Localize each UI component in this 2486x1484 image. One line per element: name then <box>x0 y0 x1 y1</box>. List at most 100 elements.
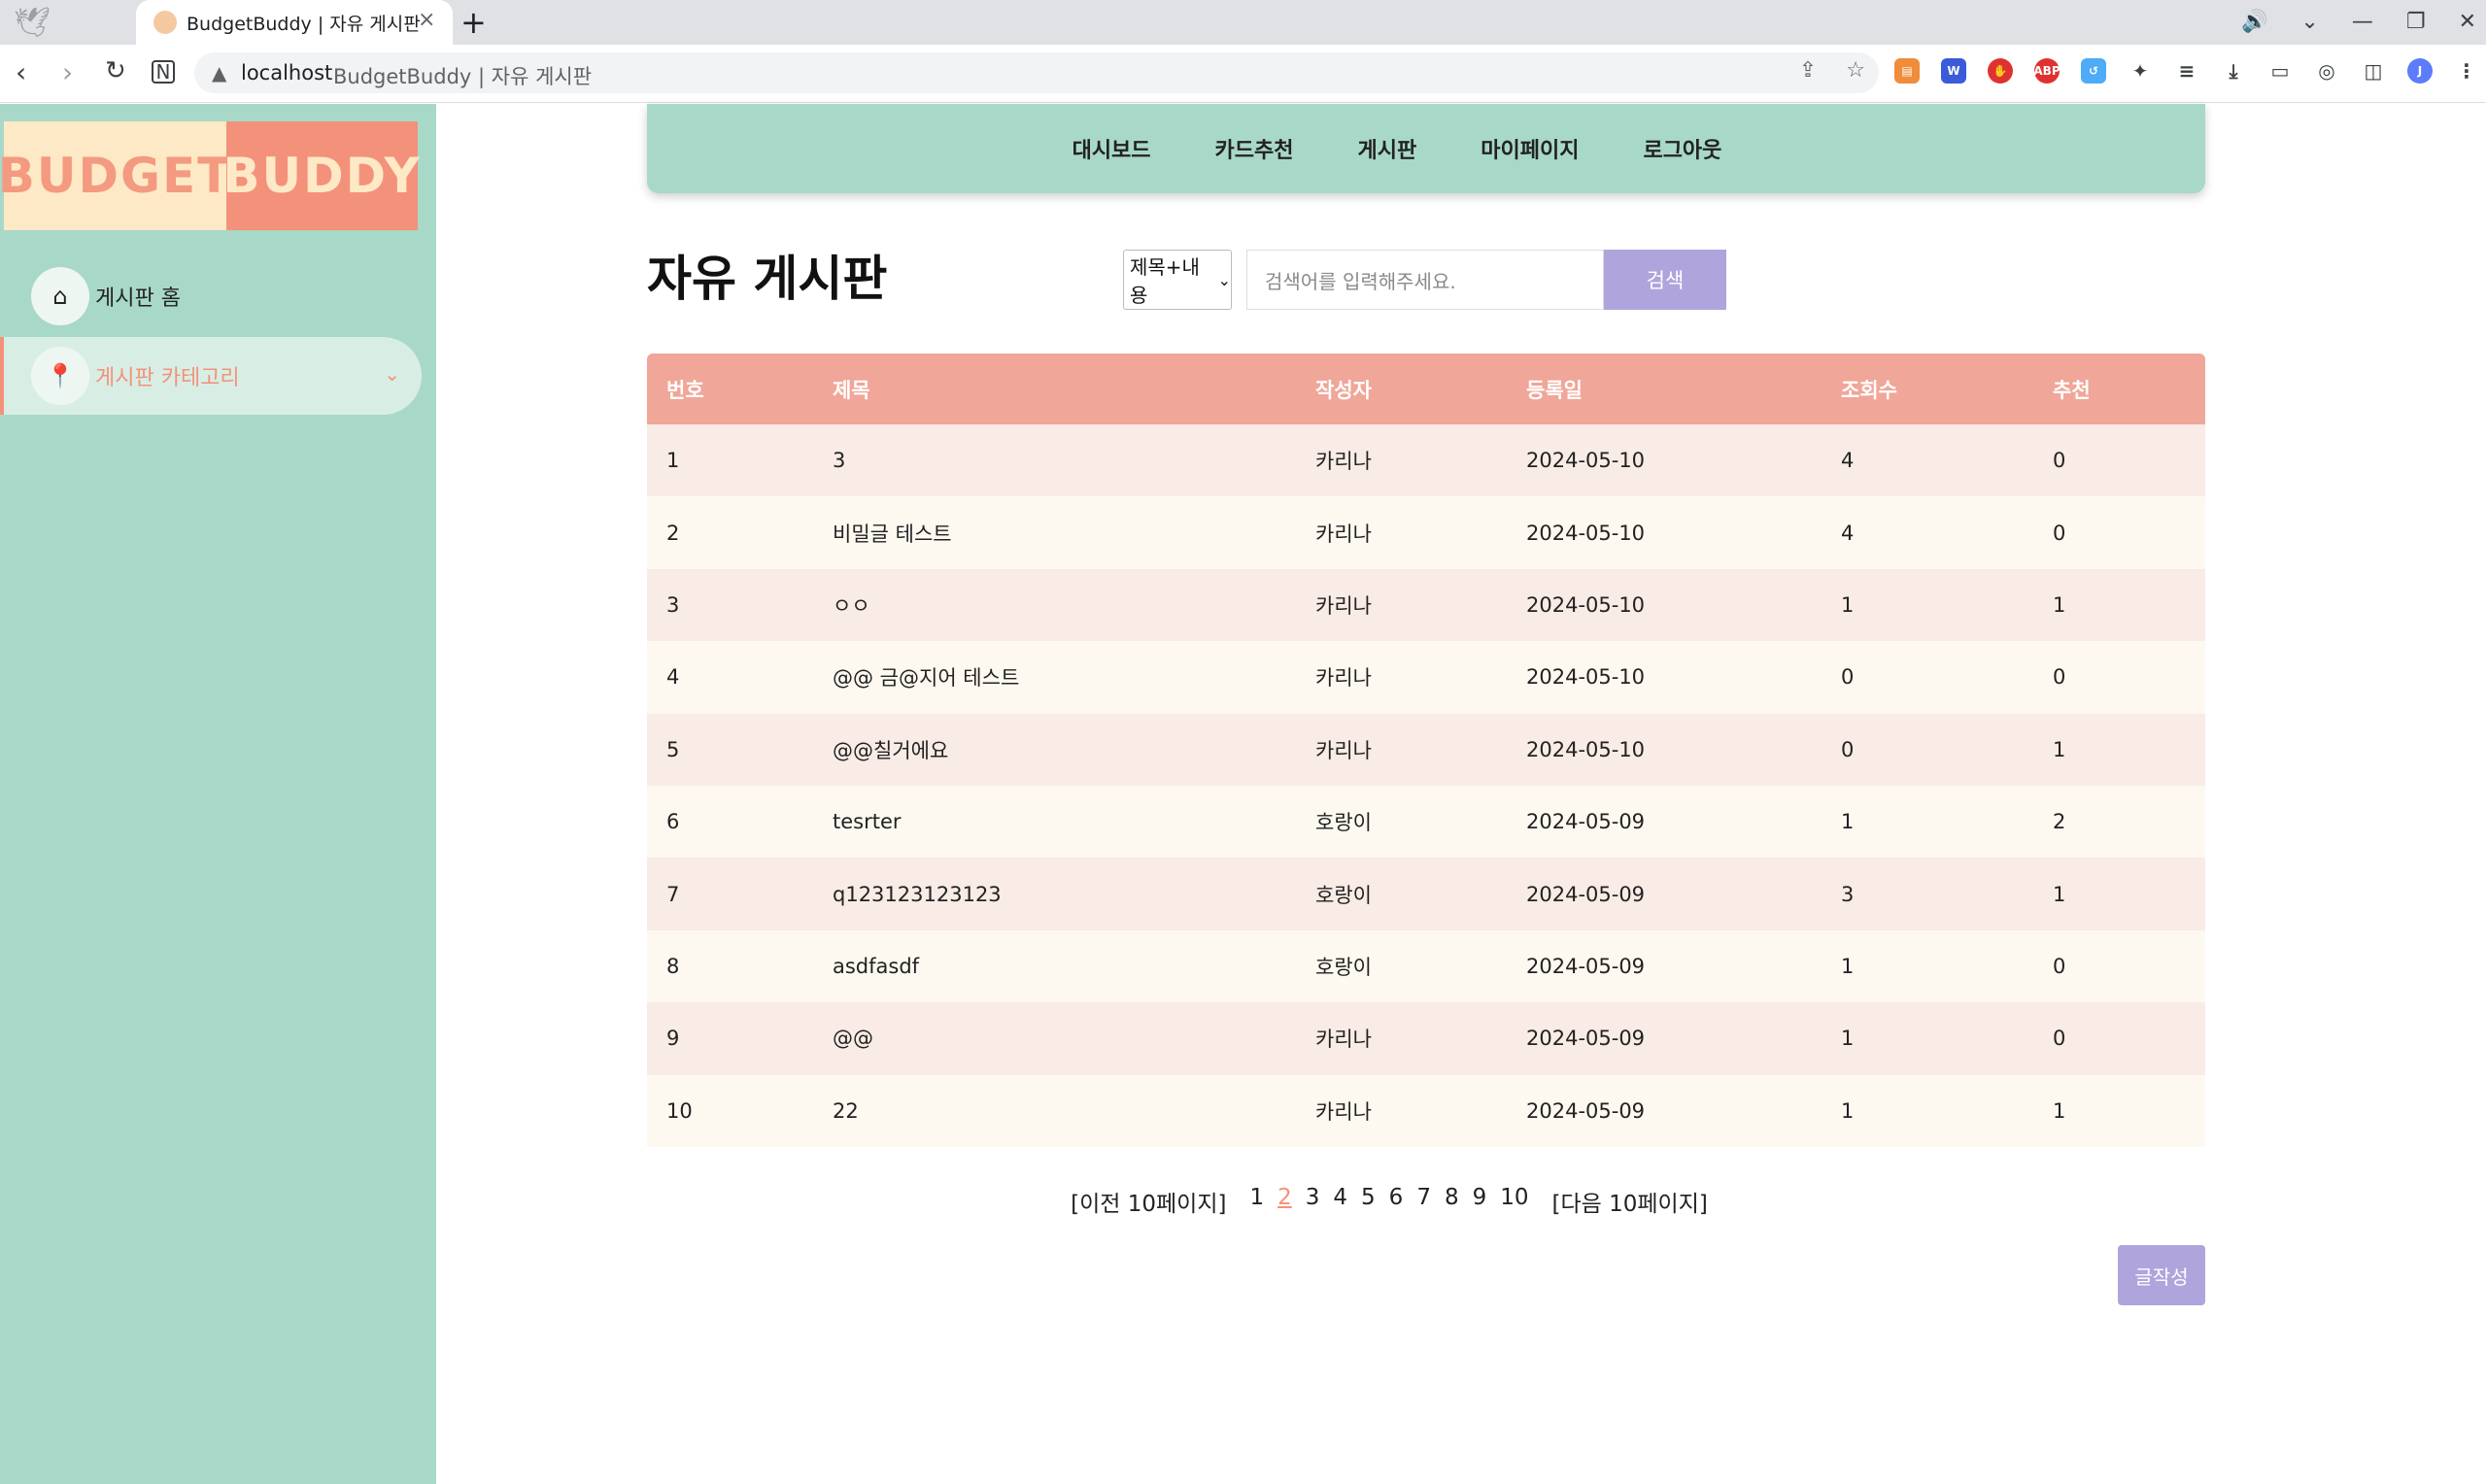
cell-no: 10 <box>666 1098 693 1123</box>
cell-recommend: 1 <box>2053 737 2066 761</box>
chevron-down-icon[interactable]: ⌄ <box>384 362 400 386</box>
cell-recommend: 0 <box>2053 521 2066 545</box>
page-link[interactable]: 9 <box>1473 1185 1487 1218</box>
cell-author: 카리나 <box>1315 1099 1372 1124</box>
profile-avatar[interactable]: J <box>2407 58 2433 84</box>
table-row[interactable]: 3 ㅇㅇ 카리나 2024-05-10 1 1 <box>647 568 2205 642</box>
chevron-down-icon[interactable]: ⌄ <box>2300 10 2318 34</box>
browser-toolbar: ‹ › ↻ N ▲ localhost BudgetBuddy | 자유 게시판… <box>0 45 2486 103</box>
chevron-down-icon: ⌄ <box>1217 270 1231 289</box>
search-input[interactable]: 검색어를 입력해주세요. <box>1246 250 1604 310</box>
logo[interactable]: BUDGET BUDDY <box>0 121 420 230</box>
sidebar-item-category[interactable]: 📍 게시판 카테고리 ⌄ <box>0 337 422 415</box>
table-row[interactable]: 10 22 카리나 2024-05-09 1 1 <box>647 1074 2205 1147</box>
close-tab-icon[interactable]: × <box>418 8 435 32</box>
nav-dashboard[interactable]: 대시보드 <box>1073 133 1151 164</box>
minimize-button[interactable]: — <box>2352 10 2373 34</box>
close-window-button[interactable]: ✕ <box>2459 10 2476 34</box>
page-link[interactable]: 10 <box>1500 1185 1528 1218</box>
page-link[interactable]: 4 <box>1333 1185 1347 1218</box>
adblock-icon[interactable]: ABP <box>2033 58 2060 84</box>
notion-icon[interactable]: N <box>152 60 175 84</box>
cell-title[interactable]: ㅇㅇ <box>813 569 1296 641</box>
reading-list-icon[interactable]: ≡ <box>2174 58 2199 84</box>
logo-left-text: BUDGET <box>0 121 230 230</box>
write-post-button[interactable]: 글작성 <box>2118 1245 2205 1305</box>
column-header: 번호 <box>666 378 704 402</box>
extension-icon[interactable]: W <box>1941 58 1966 84</box>
info-icon[interactable]: ▲ <box>212 61 226 84</box>
cell-title[interactable]: @@칠거에요 <box>813 714 1296 786</box>
cell-recommend: 0 <box>2053 449 2066 473</box>
table-row[interactable]: 1 3 카리나 2024-05-10 4 0 <box>647 424 2205 497</box>
cell-date: 2024-05-09 <box>1526 810 1646 834</box>
menu-icon[interactable]: ⋮ <box>2454 58 2479 84</box>
nav-mypage[interactable]: 마이페이지 <box>1481 133 1579 164</box>
cell-no: 7 <box>666 882 680 906</box>
table-row[interactable]: 7 q123123123123 호랑이 2024-05-09 3 1 <box>647 858 2205 930</box>
extensions: ▤ W ✋ ABP ↺ ✦ ≡ ⤓ ▭ ◎ ◫ J ⋮ <box>1894 58 2479 84</box>
pin-icon: 📍 <box>31 347 89 405</box>
page-link[interactable]: 1 <box>1249 1185 1264 1218</box>
new-tab-button[interactable]: + <box>460 4 487 41</box>
download-icon[interactable]: ⤓ <box>2221 58 2246 84</box>
nav-card-recommend[interactable]: 카드추천 <box>1215 133 1294 164</box>
cell-date: 2024-05-10 <box>1526 521 1646 545</box>
share-icon[interactable]: ⇪ <box>1799 58 1817 83</box>
bookmark-star-icon[interactable]: ☆ <box>1846 58 1865 83</box>
cell-title[interactable]: q123123123123 <box>813 858 1296 929</box>
sidepanel-icon[interactable]: ◫ <box>2361 58 2386 84</box>
browser-tab[interactable]: BudgetBuddy | 자유 게시판 × <box>136 0 453 45</box>
page-link[interactable]: 3 <box>1306 1185 1320 1218</box>
video-icon[interactable]: ▭ <box>2267 58 2293 84</box>
cell-recommend: 1 <box>2053 592 2066 617</box>
forward-icon[interactable]: › <box>62 56 73 88</box>
nav-logout[interactable]: 로그아웃 <box>1643 133 1721 164</box>
sidebar: BUDGET BUDDY ⌂ 게시판 홈 📍 게시판 카테고리 ⌄ <box>0 104 436 1484</box>
cell-title[interactable]: asdfasdf <box>813 930 1296 1002</box>
page-link[interactable]: 7 <box>1416 1185 1431 1218</box>
bird-icon: 🕊 <box>14 6 51 40</box>
cell-title[interactable]: @@ 금@지어 테스트 <box>813 641 1296 713</box>
back-icon[interactable]: ‹ <box>16 56 26 88</box>
cell-title[interactable]: @@ <box>813 1002 1296 1074</box>
window-controls: 🔊 ⌄ — ❐ ✕ <box>2241 4 2476 39</box>
reload-icon[interactable]: ↻ <box>105 56 126 85</box>
search-button[interactable]: 검색 <box>1604 250 1726 310</box>
table-row[interactable]: 8 asdfasdf 호랑이 2024-05-09 1 0 <box>647 929 2205 1003</box>
table-row[interactable]: 4 @@ 금@지어 테스트 카리나 2024-05-10 0 0 <box>647 641 2205 714</box>
logo-right-text: BUDDY <box>222 121 420 230</box>
page-link[interactable]: 5 <box>1361 1185 1376 1218</box>
extension-icon[interactable]: ✋ <box>1988 58 2013 84</box>
cell-author: 카리나 <box>1315 1028 1372 1052</box>
extension-icon[interactable]: ▤ <box>1894 58 1920 84</box>
restore-button[interactable]: ❐ <box>2406 10 2426 34</box>
table-row[interactable]: 2 비밀글 테스트 카리나 2024-05-10 4 0 <box>647 496 2205 569</box>
speaker-icon[interactable]: 🔊 <box>2241 10 2267 34</box>
cell-no: 1 <box>666 449 680 473</box>
cell-date: 2024-05-09 <box>1526 954 1646 978</box>
puzzle-icon[interactable]: ✦ <box>2128 58 2153 84</box>
cell-views: 1 <box>1841 810 1855 834</box>
table-row[interactable]: 6 tesrter 호랑이 2024-05-09 1 2 <box>647 785 2205 859</box>
cell-title[interactable]: tesrter <box>813 786 1296 858</box>
screenshot-icon[interactable]: ◎ <box>2314 58 2339 84</box>
prev-10-pages-link[interactable]: [이전 10페이지] <box>1071 1185 1226 1218</box>
cell-author: 카리나 <box>1315 522 1372 546</box>
next-10-pages-link[interactable]: [다음 10페이지] <box>1552 1185 1708 1218</box>
table-row[interactable]: 5 @@칠거에요 카리나 2024-05-10 0 1 <box>647 713 2205 786</box>
address-bar[interactable]: ▲ localhost BudgetBuddy | 자유 게시판 ⇪ ☆ <box>194 52 1879 93</box>
table-header-row: 번호 제목 작성자 등록일 조회수 추천 <box>647 354 2205 424</box>
cell-title[interactable]: 3 <box>813 424 1296 496</box>
page-link[interactable]: 6 <box>1389 1185 1404 1218</box>
page-link[interactable]: 8 <box>1445 1185 1459 1218</box>
extension-icon[interactable]: ↺ <box>2081 58 2106 84</box>
cell-title[interactable]: 비밀글 테스트 <box>813 496 1296 568</box>
page-link-current[interactable]: 2 <box>1277 1185 1292 1218</box>
cell-recommend: 1 <box>2053 882 2066 906</box>
table-row[interactable]: 9 @@ 카리나 2024-05-09 1 0 <box>647 1002 2205 1075</box>
search-type-select[interactable]: 제목+내용 ⌄ <box>1123 250 1232 310</box>
nav-board[interactable]: 게시판 <box>1358 133 1417 164</box>
cell-title[interactable]: 22 <box>813 1075 1296 1147</box>
sidebar-item-home[interactable]: ⌂ 게시판 홈 <box>31 267 181 325</box>
